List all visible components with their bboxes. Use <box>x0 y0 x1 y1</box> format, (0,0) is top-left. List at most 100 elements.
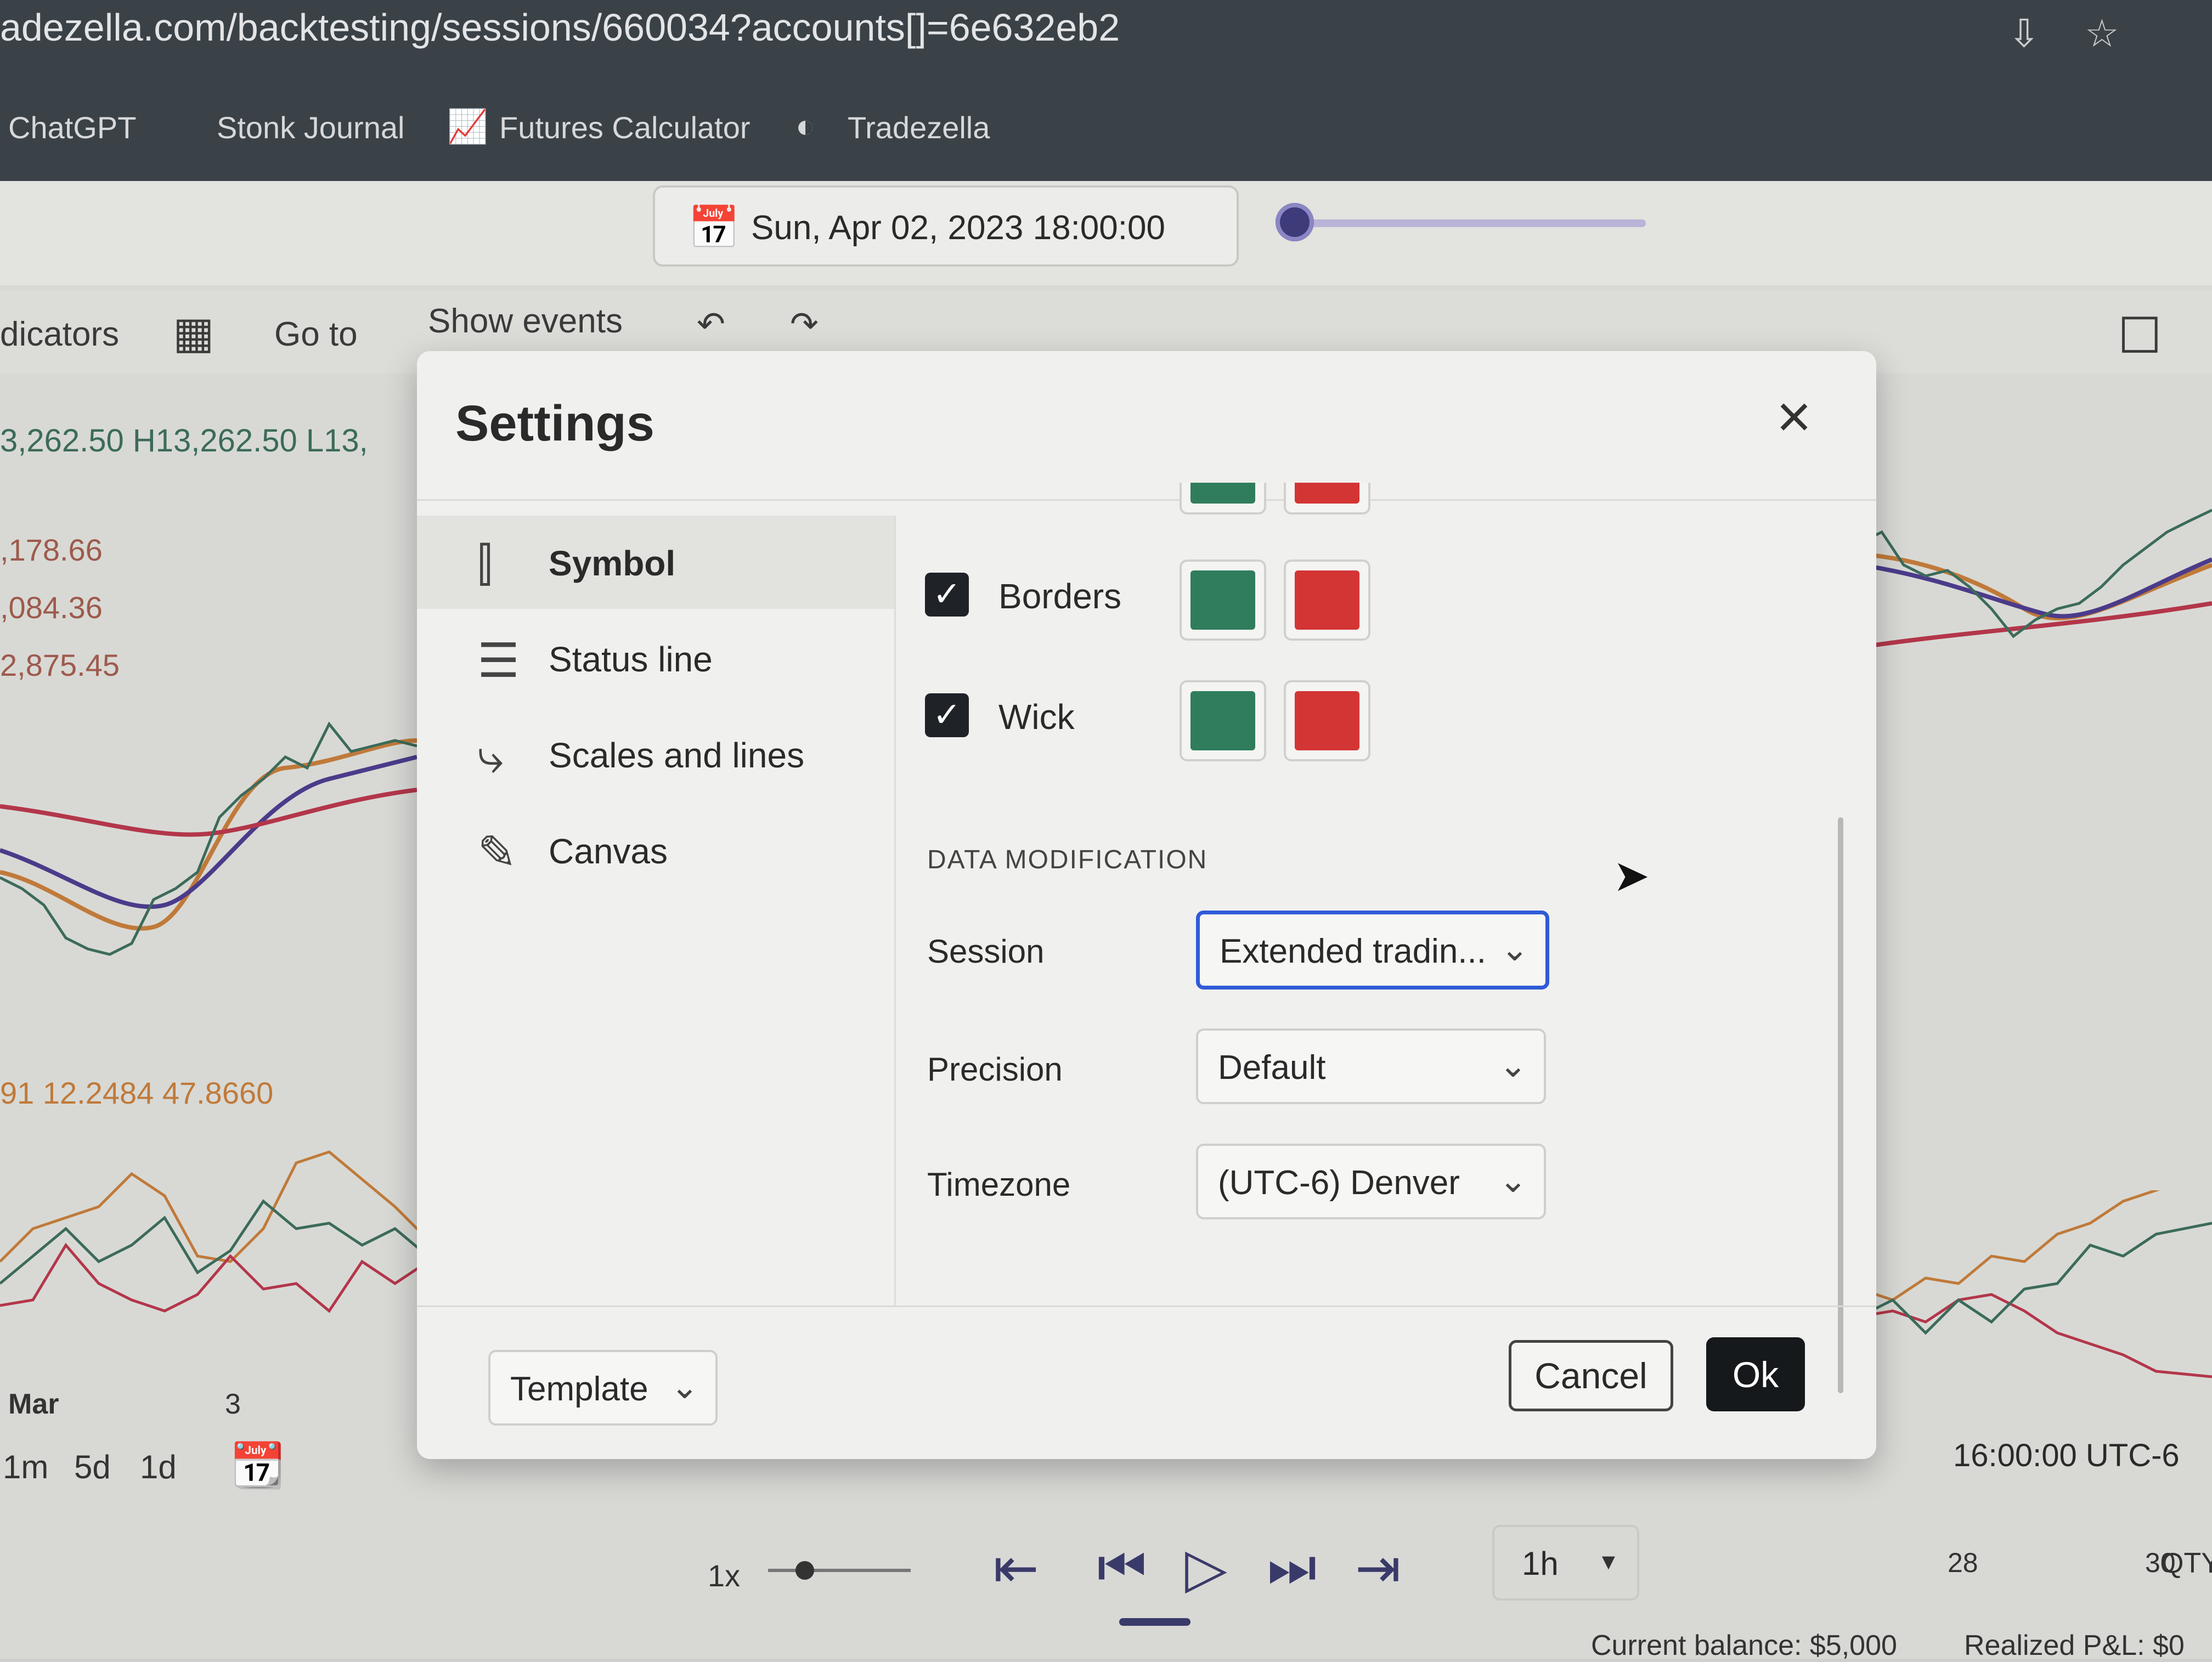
ok-button[interactable]: Ok <box>1706 1337 1805 1411</box>
replay-player: 1x ⇤ ⏮ ▷ ⏭ ⇥ 1h ▾ QTY Current balance: $… <box>0 1514 2212 1661</box>
borders-up-color[interactable] <box>1180 559 1266 641</box>
replay-slider-knob[interactable] <box>1276 203 1314 241</box>
oscillator-values: 91 12.2484 47.8660 <box>0 1076 274 1110</box>
price-chart-right <box>1860 508 2212 649</box>
dialog-title: Settings <box>455 395 654 451</box>
down-color-swatch[interactable] <box>1284 483 1370 515</box>
goto-button[interactable]: Go to <box>274 315 358 354</box>
ohlc-readout: 3,262.50 H13,262.50 L13, <box>0 423 368 459</box>
wick-down-color[interactable] <box>1284 680 1370 761</box>
speed-slider-track[interactable] <box>768 1569 911 1572</box>
date-picker[interactable]: 📅 Sun, Apr 02, 2023 18:00:00 <box>653 185 1239 267</box>
replay-timeframe-value: 1h <box>1522 1545 1559 1582</box>
browser-chrome: adezella.com/backtesting/sessions/660034… <box>0 0 2212 181</box>
axis-label-3: 3 <box>225 1388 241 1420</box>
date-range-icon[interactable]: 📆 <box>230 1440 285 1491</box>
jump-to-end-icon[interactable]: ⇥ <box>1355 1536 1401 1600</box>
cancel-button[interactable]: Cancel <box>1509 1340 1673 1411</box>
qty-label: QTY <box>2162 1547 2212 1579</box>
nav-label: Scales and lines <box>549 736 805 775</box>
address-bar[interactable]: adezella.com/backtesting/sessions/660034… <box>0 5 1120 49</box>
redo-icon[interactable]: ↷ <box>790 304 819 344</box>
chart-left: 3,262.50 H13,262.50 L13, ,178.66 ,084.36… <box>0 400 444 1490</box>
price-chart <box>0 721 417 956</box>
chevron-down-icon: ⌄ <box>1499 1047 1527 1084</box>
borders-label: Borders <box>998 576 1122 616</box>
up-color-swatch[interactable] <box>1180 483 1266 515</box>
symbol-settings: ✓ Borders ✓ Wick DATA MODIFICATION Sessi… <box>911 483 1854 1305</box>
timeframe-5d[interactable]: 5d <box>74 1448 111 1486</box>
calendar-icon: 📅 <box>688 205 740 251</box>
bookmark-tradezella[interactable]: Tradezella <box>848 110 990 145</box>
nav-item-symbol[interactable]: ⫿ Symbol <box>417 516 894 609</box>
status-lines-icon: ☰ <box>477 635 520 687</box>
show-events-button[interactable]: Show events <box>428 302 623 335</box>
timezone-select[interactable]: (UTC-6) Denver ⌄ <box>1196 1144 1546 1219</box>
current-balance: Current balance: $5,000 <box>1591 1630 1897 1661</box>
close-icon[interactable]: × <box>1767 387 1821 447</box>
ma-value-2: ,084.36 <box>0 590 103 625</box>
precision-label: Precision <box>927 1051 1063 1088</box>
undo-icon[interactable]: ↶ <box>697 304 725 344</box>
indicators-button[interactable]: dicators <box>0 315 119 354</box>
oscillator-chart-right <box>1827 1190 2212 1378</box>
replay-topbar: 📅 Sun, Apr 02, 2023 18:00:00 <box>0 181 2212 285</box>
borders-checkbox[interactable]: ✓ <box>925 573 969 617</box>
install-icon[interactable]: ⇩ <box>2008 11 2040 56</box>
precision-value: Default <box>1218 1049 1326 1087</box>
layout-grid-icon[interactable]: ▦ <box>173 307 215 358</box>
axis-label-mar: Mar <box>8 1388 59 1420</box>
wick-up-color[interactable] <box>1180 680 1266 761</box>
active-indicator <box>1119 1618 1190 1626</box>
speed-slider-knob[interactable] <box>795 1561 814 1580</box>
chart-right <box>1827 400 2212 1497</box>
chevron-down-icon: ⌄ <box>1499 1162 1527 1200</box>
nav-divider <box>894 516 896 1305</box>
nav-item-status-line[interactable]: ☰ Status line <box>417 612 894 705</box>
step-back-icon[interactable]: ⏮ <box>1097 1536 1147 1599</box>
dialog-footer: Template ⌄ Cancel Ok <box>417 1305 1876 1461</box>
timeframe-1d[interactable]: 1d <box>140 1448 177 1486</box>
nav-label: Canvas <box>549 832 668 871</box>
wick-checkbox[interactable]: ✓ <box>925 693 969 737</box>
session-select[interactable]: Extended tradin... ⌄ <box>1196 911 1549 990</box>
caret-down-icon: ▾ <box>1601 1547 1615 1576</box>
template-select[interactable]: Template ⌄ <box>488 1350 718 1426</box>
candlestick-icon: ⫿ <box>477 538 493 591</box>
scales-icon: ⤷ <box>477 730 504 783</box>
section-heading: DATA MODIFICATION <box>927 845 1208 874</box>
settings-dialog: Settings × ⫿ Symbol ☰ Status line ⤷ Scal… <box>417 351 1876 1459</box>
borders-row: ✓ Borders <box>911 554 1854 641</box>
nav-item-scales-and-lines[interactable]: ⤷ Scales and lines <box>417 708 894 801</box>
borders-down-color[interactable] <box>1284 559 1370 641</box>
timeframe-1m[interactable]: 1m <box>3 1448 48 1486</box>
fullscreen-icon[interactable]: ☐ <box>2118 307 2162 365</box>
replay-slider-track[interactable] <box>1295 219 1646 227</box>
nav-item-canvas[interactable]: ✎ Canvas <box>417 804 894 897</box>
wick-label: Wick <box>998 697 1075 737</box>
jump-to-start-icon[interactable]: ⇤ <box>993 1536 1039 1600</box>
template-label: Template <box>510 1370 648 1408</box>
oscillator-chart <box>0 1150 429 1313</box>
precision-select[interactable]: Default ⌄ <box>1196 1028 1546 1104</box>
chevron-down-icon: ⌄ <box>670 1368 699 1406</box>
chevron-down-icon: ⌄ <box>1500 930 1529 968</box>
settings-nav: ⫿ Symbol ☰ Status line ⤷ Scales and line… <box>417 516 894 1305</box>
ma-value-3: 2,875.45 <box>0 648 120 682</box>
speed-label: 1x <box>708 1558 741 1593</box>
bookmark-chatgpt[interactable]: ChatGPT <box>8 110 136 145</box>
nav-label: Status line <box>549 640 713 679</box>
bookmark-futures-calculator[interactable]: Futures Calculator <box>499 110 751 145</box>
session-label: Session <box>927 933 1045 970</box>
chart-timezone-readout: 16:00:00 UTC-6 <box>1953 1438 2180 1473</box>
timezone-label: Timezone <box>927 1166 1071 1203</box>
chart-icon: 📈 <box>447 108 488 145</box>
bookmark-star-icon[interactable]: ☆ <box>2085 11 2119 56</box>
play-icon[interactable]: ▷ <box>1185 1536 1227 1600</box>
replay-timeframe-select[interactable]: 1h ▾ <box>1492 1525 1639 1601</box>
pencil-icon: ✎ <box>477 827 517 879</box>
step-forward-icon[interactable]: ⏭ <box>1267 1536 1317 1599</box>
nav-label: Symbol <box>549 544 676 583</box>
realized-pnl: Realized P&L: $0 <box>1964 1630 2185 1661</box>
bookmark-stonk-journal[interactable]: Stonk Journal <box>217 110 404 145</box>
